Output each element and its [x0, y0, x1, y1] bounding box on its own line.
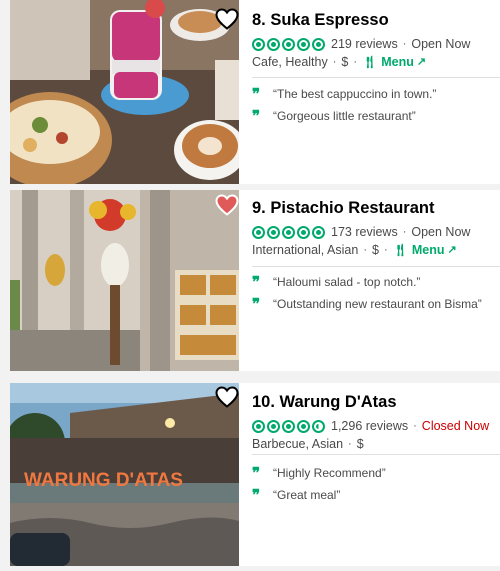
- listing-photo[interactable]: WARUNG D'ATAS: [10, 383, 239, 566]
- cafe-photo: [10, 0, 239, 184]
- fork-knife-icon: 🍴︎: [392, 243, 408, 257]
- save-to-favorites-button[interactable]: [215, 386, 239, 408]
- divider: [252, 266, 500, 267]
- quote-icon: ❞: [252, 107, 260, 125]
- fork-knife-icon: 🍴︎: [362, 55, 378, 69]
- cuisine-categories: International, Asian: [252, 243, 359, 257]
- review-snippet[interactable]: ❞ “Gorgeous little restaurant”: [252, 108, 500, 124]
- listing-title[interactable]: 9. Pistachio Restaurant: [252, 198, 500, 218]
- review-snippet[interactable]: ❞ “Highly Recommend”: [252, 465, 500, 481]
- review-snippet[interactable]: ❞ “Outstanding new restaurant on Bisma”: [252, 296, 500, 312]
- review-snippet[interactable]: ❞ “Great meal”: [252, 487, 500, 503]
- menu-link[interactable]: 🍴︎ Menu ↗: [362, 53, 426, 71]
- open-status: Open Now: [411, 225, 471, 239]
- open-status: Open Now: [411, 37, 471, 51]
- price-level: $: [341, 55, 349, 69]
- heart-icon: [215, 8, 239, 30]
- review-count[interactable]: 173 reviews: [331, 223, 398, 241]
- cuisine-categories: Barbecue, Asian: [252, 437, 344, 451]
- save-to-favorites-button[interactable]: [215, 8, 239, 30]
- save-to-favorites-button[interactable]: [215, 194, 239, 216]
- quote-icon: ❞: [252, 85, 260, 103]
- review-count[interactable]: 1,296 reviews: [331, 417, 408, 435]
- listing-card[interactable]: 8. Suka Espresso 219 reviews · Open Now …: [10, 0, 500, 184]
- rating-bubbles: [252, 37, 325, 51]
- open-status: Closed Now: [421, 419, 490, 433]
- listing-title[interactable]: 8. Suka Espresso: [252, 10, 500, 30]
- listing-title[interactable]: 10. Warung D'Atas: [252, 392, 500, 412]
- rating-bubbles: [252, 419, 325, 433]
- rating-bubbles: [252, 225, 325, 239]
- quote-icon: ❞: [252, 464, 260, 482]
- price-level: $: [372, 243, 379, 257]
- heart-icon: [215, 386, 239, 408]
- warung-photo: WARUNG D'ATAS: [10, 383, 239, 566]
- sign-lettering: WARUNG D'ATAS: [24, 470, 183, 491]
- heart-icon: [215, 194, 239, 216]
- review-count[interactable]: 219 reviews: [331, 35, 398, 53]
- cuisine-categories: Cafe, Healthy: [252, 55, 328, 69]
- price-level: $: [356, 437, 364, 451]
- divider: [252, 454, 500, 455]
- review-snippet[interactable]: ❞ “Haloumi salad - top notch.”: [252, 274, 500, 290]
- external-link-icon: ↗: [447, 244, 457, 256]
- menu-link[interactable]: 🍴︎ Menu ↗: [393, 241, 457, 259]
- divider: [252, 77, 500, 78]
- quote-icon: ❞: [252, 295, 260, 313]
- quote-icon: ❞: [252, 273, 260, 291]
- listing-photo[interactable]: [10, 0, 239, 184]
- listing-card[interactable]: WARUNG D'ATAS 10. Warung D'Atas 1,296 re…: [10, 383, 500, 566]
- listing-photo[interactable]: [10, 190, 239, 371]
- listing-card[interactable]: 9. Pistachio Restaurant 173 reviews · Op…: [10, 190, 500, 371]
- quote-icon: ❞: [252, 486, 260, 504]
- restaurant-photo: [10, 190, 239, 371]
- review-snippet[interactable]: ❞ “The best cappuccino in town.”: [252, 86, 500, 102]
- external-link-icon: ↗: [416, 56, 427, 68]
